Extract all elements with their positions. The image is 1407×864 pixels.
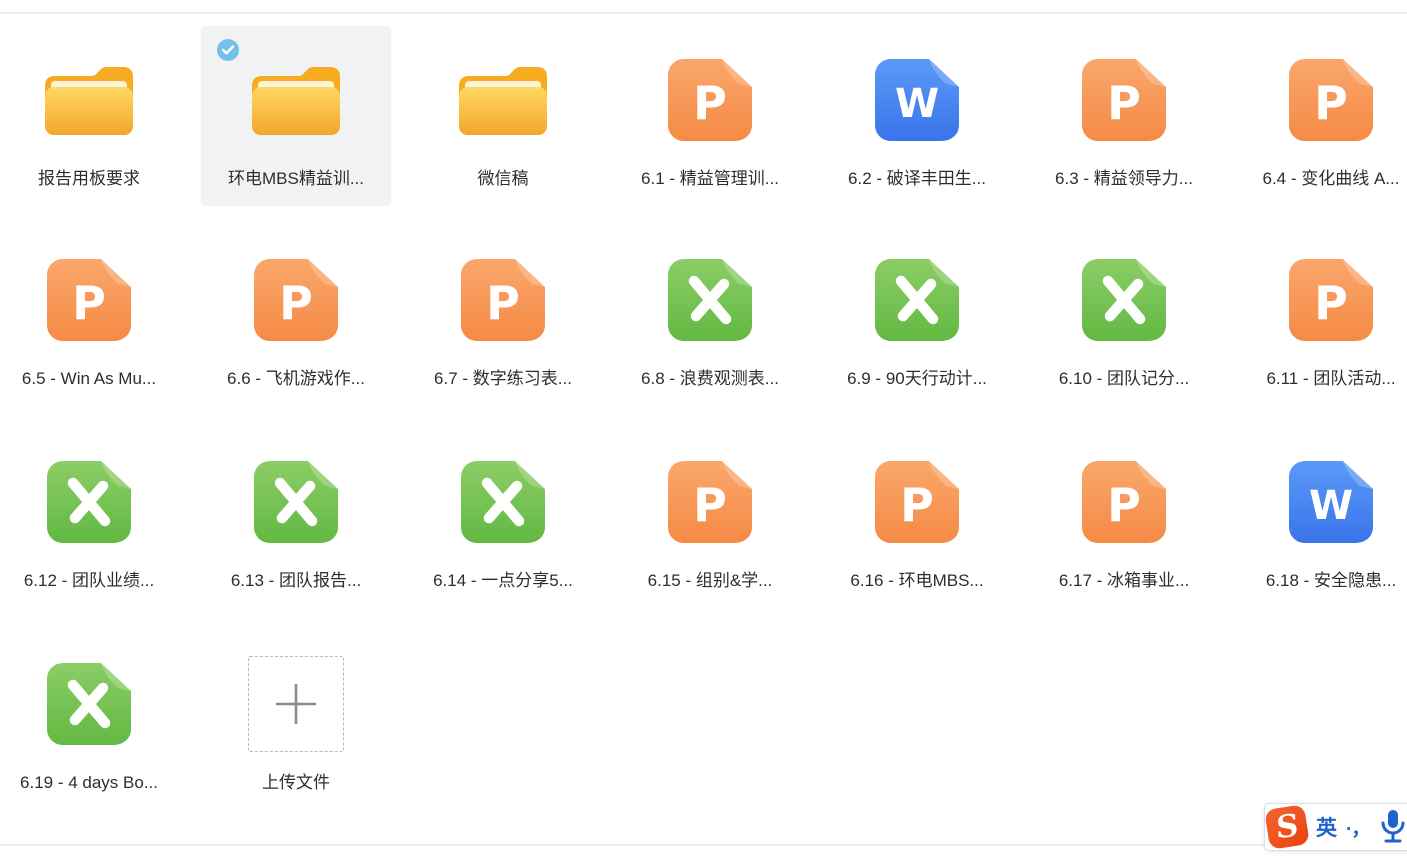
file-tile[interactable]: P 6.5 - Win As Mu... — [0, 226, 184, 406]
file-label: 6.15 - 组别&学... — [615, 570, 805, 592]
ppt-file-icon: P — [1081, 460, 1167, 544]
svg-text:W: W — [895, 81, 939, 127]
folder-tile[interactable]: 报告用板要求 — [0, 26, 184, 206]
svg-text:P: P — [900, 478, 934, 532]
ime-toolbar[interactable]: S 英 ·， — [1264, 803, 1407, 851]
file-label: 6.12 - 团队业绩... — [0, 570, 184, 592]
file-tile[interactable]: W 6.2 - 破译丰田生... — [822, 26, 1012, 206]
file-label: 6.7 - 数字练习表... — [408, 368, 598, 390]
file-tile[interactable]: 6.10 - 团队记分... — [1029, 226, 1219, 406]
ppt-file-icon: P — [1081, 58, 1167, 142]
sogou-logo-icon[interactable]: S — [1264, 804, 1310, 850]
folder-icon — [455, 62, 551, 140]
svg-text:P: P — [1107, 76, 1141, 130]
file-label: 6.1 - 精益管理训... — [615, 168, 805, 190]
folder-icon — [248, 62, 344, 140]
sogou-logo-letter: S — [1276, 810, 1298, 844]
file-label: 6.4 - 变化曲线 A... — [1236, 168, 1407, 190]
file-label: 环电MBS精益训... — [201, 168, 391, 190]
file-tile[interactable]: P 6.1 - 精益管理训... — [615, 26, 805, 206]
ppt-file-icon: P — [253, 258, 339, 342]
upload-plus-icon — [273, 681, 319, 727]
ppt-file-icon: P — [874, 460, 960, 544]
file-tile[interactable]: 6.14 - 一点分享5... — [408, 428, 598, 608]
excel-file-icon — [1081, 258, 1167, 342]
upload-label: 上传文件 — [201, 772, 391, 794]
file-label: 6.13 - 团队报告... — [201, 570, 391, 592]
file-tile[interactable]: W 6.18 - 安全隐患... — [1236, 428, 1407, 608]
mic-icon[interactable] — [1379, 809, 1407, 845]
excel-file-icon — [46, 662, 132, 746]
file-label: 6.16 - 环电MBS... — [822, 570, 1012, 592]
word-file-icon: W — [874, 58, 960, 142]
svg-text:P: P — [1314, 276, 1348, 330]
ppt-file-icon: P — [1288, 258, 1374, 342]
ppt-file-icon: P — [667, 58, 753, 142]
ime-punctuation-toggle[interactable]: ·， — [1346, 814, 1369, 841]
svg-text:P: P — [1314, 76, 1348, 130]
upload-dashed-box — [248, 656, 344, 752]
file-label: 6.9 - 90天行动计... — [822, 368, 1012, 390]
file-tile[interactable]: P 6.17 - 冰箱事业... — [1029, 428, 1219, 608]
selected-check-icon[interactable] — [217, 39, 239, 61]
file-label: 微信稿 — [408, 168, 598, 190]
svg-text:P: P — [693, 478, 727, 532]
file-label: 6.2 - 破译丰田生... — [822, 168, 1012, 190]
ppt-file-icon: P — [46, 258, 132, 342]
excel-file-icon — [874, 258, 960, 342]
file-label: 6.6 - 飞机游戏作... — [201, 368, 391, 390]
file-tile[interactable]: 6.9 - 90天行动计... — [822, 226, 1012, 406]
file-label: 6.5 - Win As Mu... — [0, 368, 184, 390]
word-file-icon: W — [1288, 460, 1374, 544]
file-label: 6.3 - 精益领导力... — [1029, 168, 1219, 190]
svg-text:P: P — [72, 276, 106, 330]
ppt-file-icon: P — [667, 460, 753, 544]
file-label: 6.11 - 团队活动... — [1236, 368, 1407, 390]
excel-file-icon — [46, 460, 132, 544]
file-tile[interactable]: P 6.15 - 组别&学... — [615, 428, 805, 608]
folder-tile[interactable]: 环电MBS精益训... — [201, 26, 391, 206]
svg-text:P: P — [693, 76, 727, 130]
file-tile[interactable]: 6.13 - 团队报告... — [201, 428, 391, 608]
folder-tile[interactable]: 微信稿 — [408, 26, 598, 206]
ime-mode-toggle[interactable]: 英 — [1316, 812, 1337, 842]
file-grid: 报告用板要求 环电MBS精益训... 微信稿 P 6.1 - 精益管理 — [0, 0, 1407, 864]
upload-tile[interactable]: 上传文件 — [201, 630, 391, 810]
file-label: 6.14 - 一点分享5... — [408, 570, 598, 592]
file-label: 6.19 - 4 days Bo... — [0, 772, 184, 794]
file-tile[interactable]: P 6.6 - 飞机游戏作... — [201, 226, 391, 406]
file-tile[interactable]: 6.8 - 浪费观测表... — [615, 226, 805, 406]
excel-file-icon — [667, 258, 753, 342]
file-tile[interactable]: P 6.11 - 团队活动... — [1236, 226, 1407, 406]
svg-text:P: P — [279, 276, 313, 330]
excel-file-icon — [460, 460, 546, 544]
excel-file-icon — [253, 460, 339, 544]
file-label: 报告用板要求 — [0, 168, 184, 190]
file-manager-page: 报告用板要求 环电MBS精益训... 微信稿 P 6.1 - 精益管理 — [0, 0, 1407, 864]
file-tile[interactable]: P 6.7 - 数字练习表... — [408, 226, 598, 406]
ppt-file-icon: P — [460, 258, 546, 342]
file-tile[interactable]: 6.19 - 4 days Bo... — [0, 630, 184, 810]
file-tile[interactable]: P 6.3 - 精益领导力... — [1029, 26, 1219, 206]
ppt-file-icon: P — [1288, 58, 1374, 142]
file-label: 6.17 - 冰箱事业... — [1029, 570, 1219, 592]
file-tile[interactable]: P 6.4 - 变化曲线 A... — [1236, 26, 1407, 206]
file-label: 6.10 - 团队记分... — [1029, 368, 1219, 390]
folder-icon — [41, 62, 137, 140]
file-tile[interactable]: 6.12 - 团队业绩... — [0, 428, 184, 608]
svg-text:P: P — [486, 276, 520, 330]
file-tile[interactable]: P 6.16 - 环电MBS... — [822, 428, 1012, 608]
file-label: 6.8 - 浪费观测表... — [615, 368, 805, 390]
svg-text:W: W — [1309, 483, 1353, 529]
svg-text:P: P — [1107, 478, 1141, 532]
file-label: 6.18 - 安全隐患... — [1236, 570, 1407, 592]
